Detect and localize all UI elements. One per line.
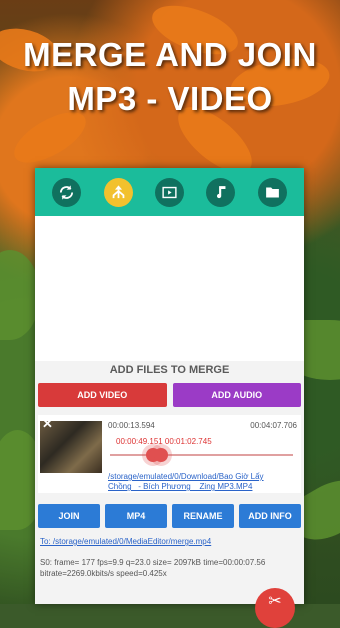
trim-slider-track[interactable]	[110, 454, 293, 456]
app-screen: ADD FILES TO MERGE ADD VIDEO ADD AUDIO ✕…	[35, 168, 304, 604]
ffmpeg-log: S0: frame= 177 fps=9.9 q=23.0 size= 2097…	[40, 557, 300, 579]
music-note-icon	[217, 185, 226, 198]
folder-icon	[265, 187, 279, 197]
join-button[interactable]: JOIN	[38, 504, 100, 528]
play-video-icon	[162, 186, 177, 198]
add-info-button[interactable]: ADD INFO	[239, 504, 301, 528]
merge-icon	[112, 184, 124, 198]
video-button[interactable]	[154, 177, 184, 207]
toolbar	[35, 168, 304, 216]
cut-fab-button[interactable]: ✂	[255, 588, 295, 628]
headline-line2: MP3 - VIDEO	[67, 80, 273, 117]
clip-start-time: 00:00:13.594	[108, 421, 155, 430]
add-video-button[interactable]: ADD VIDEO	[38, 383, 167, 407]
audio-button[interactable]	[206, 177, 236, 207]
add-files-title: ADD FILES TO MERGE	[109, 364, 230, 376]
log-line: bitrate=2269.0kbits/s speed=0.425x	[40, 569, 167, 578]
headline-line1: MERGE AND JOIN	[23, 36, 317, 73]
rename-button[interactable]: RENAME	[172, 504, 234, 528]
remove-item-icon[interactable]: ✕	[42, 416, 53, 432]
add-audio-button[interactable]: ADD AUDIO	[172, 383, 301, 407]
cut-icon: ✂	[268, 593, 282, 610]
merge-button[interactable]	[103, 177, 133, 207]
mp4-button[interactable]: MP4	[105, 504, 167, 528]
output-path-link[interactable]: To: /storage/emulated/0/MediaEditor/merg…	[40, 537, 211, 546]
clip-end-time: 00:04:07.706	[250, 421, 297, 430]
sync-icon	[60, 184, 74, 200]
folder-button[interactable]	[257, 177, 287, 207]
sync-button[interactable]	[52, 177, 82, 207]
trim-end-handle[interactable]	[154, 448, 168, 462]
preview-area	[35, 216, 304, 361]
log-line: S0: frame= 177 fps=9.9 q=23.0 size= 2097…	[40, 558, 266, 567]
selection-range: 00:00:49.151 00:01:02.745	[116, 437, 212, 446]
file-path-link[interactable]: /storage/emulated/0/Download/Bao Giờ Lấy…	[108, 472, 293, 492]
media-list-item: ✕ 00:00:13.594 00:04:07.706 00:00:49.151…	[38, 415, 301, 493]
